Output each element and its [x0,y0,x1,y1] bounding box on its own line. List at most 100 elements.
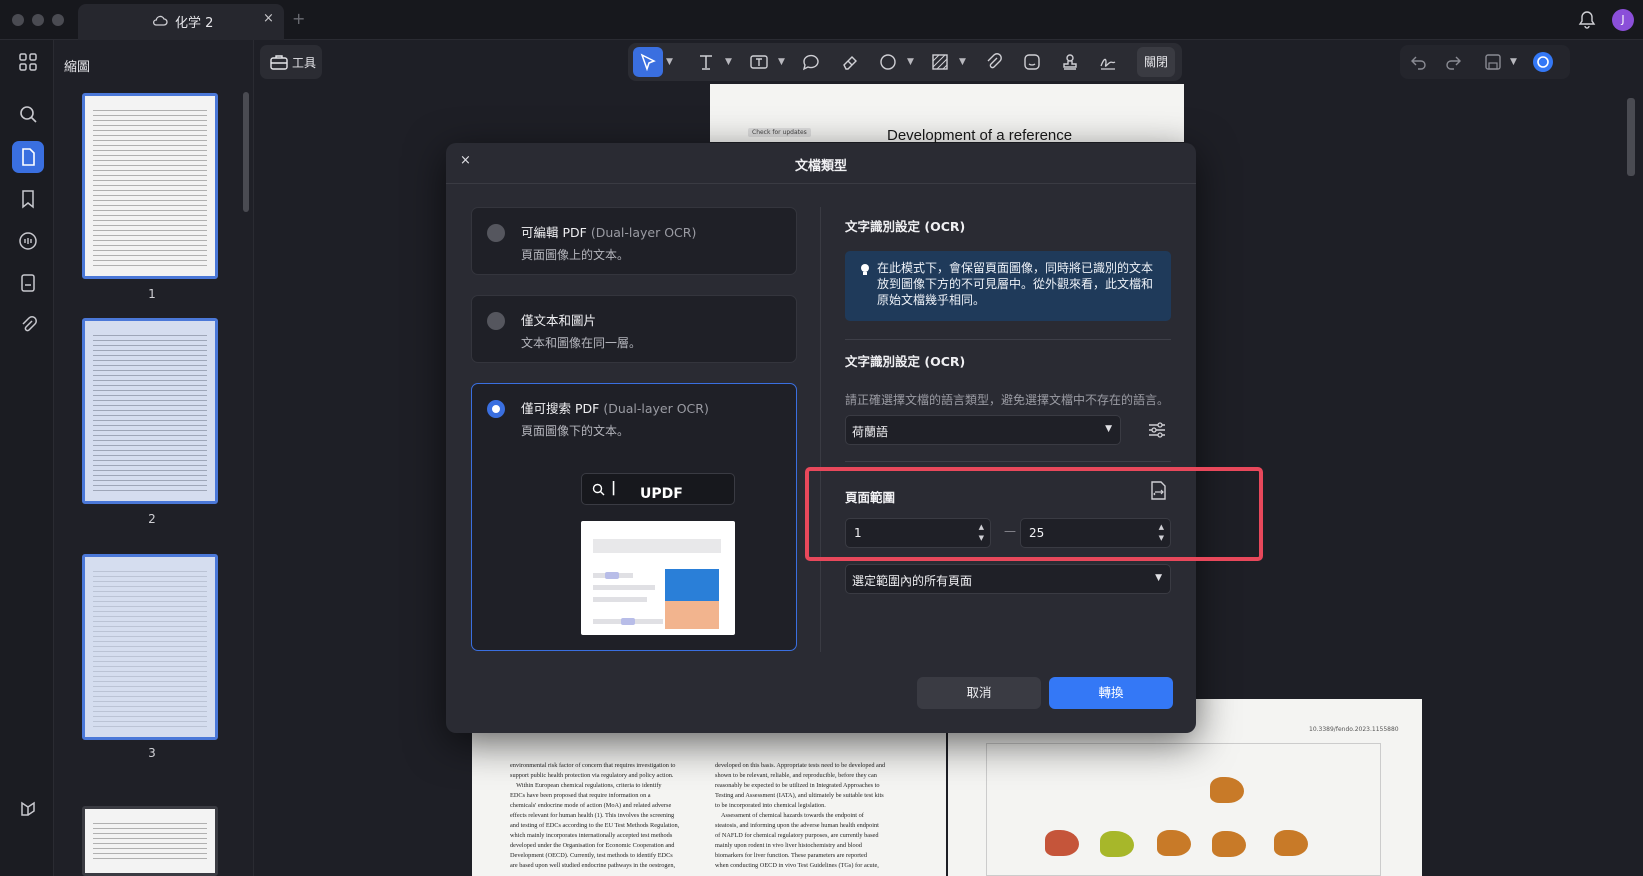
ocr-section-title: 文字識別設定 (OCR) [845,219,966,234]
divider [845,461,1171,462]
liver-illustration [1210,777,1244,803]
textbox-tool[interactable] [744,47,774,77]
settings-sliders-icon[interactable] [1147,420,1167,440]
paperclip-button[interactable] [12,309,44,341]
option-editable-pdf[interactable]: 可編輯 PDF (Dual-layer OCR) 頁面圖像上的文本。 [471,207,797,275]
window-minimize-dot[interactable] [32,14,44,26]
document-icon [21,274,35,292]
layers-button[interactable] [12,792,44,824]
toolbox-icon [270,55,288,70]
thumbnail-number: 2 [148,512,156,526]
bell-icon[interactable] [1578,10,1596,30]
text-tool[interactable] [691,47,721,77]
convert-button[interactable]: 轉換 [1049,677,1173,709]
sticker-tool[interactable] [1017,47,1047,77]
search-button[interactable] [12,98,44,130]
option-title: 僅文本和圖片 [521,313,597,328]
comment-tool[interactable] [796,47,826,77]
option-text-and-images[interactable]: 僅文本和圖片 文本和圖像在同一層。 [471,295,797,363]
attach-tool[interactable] [978,47,1008,77]
highlight-box [805,467,1263,561]
info-text: 在此模式下，會保留頁面圖像，同時將已識別的文本放到圖像下方的不可見層中。從外觀來… [877,261,1154,307]
document-scrollbar[interactable] [1627,98,1635,176]
area-tool[interactable] [925,47,955,77]
cloud-icon [153,15,168,26]
window-close-dot[interactable] [12,14,24,26]
text-icon [700,55,712,70]
radio-button-selected[interactable] [487,400,505,418]
chevron-down-icon[interactable]: ▼ [725,57,732,67]
textbox-icon [750,55,768,69]
thumbnail-page-3[interactable] [82,554,218,740]
hatch-icon [932,54,948,70]
demo-search-box: UPDF | [581,473,735,505]
check-updates-badge[interactable]: Check for updates [748,128,811,137]
cancel-button[interactable]: 取消 [917,677,1041,709]
body-text-column-1: environmental risk factor of concern tha… [510,762,680,869]
divider [446,183,1196,184]
thumbnail-scrollbar[interactable] [243,92,249,212]
tools-label: 工具 [292,56,317,70]
chevron-down-icon[interactable]: ▼ [959,57,966,67]
attachments-page-button[interactable] [12,267,44,299]
grid-icon [19,53,37,71]
save-icon[interactable] [1484,53,1502,71]
radio-button[interactable] [487,224,505,242]
stamp-icon [1063,54,1077,70]
left-rail [0,40,54,876]
cursor-icon [640,53,656,71]
select-tool[interactable] [633,47,663,77]
tools-button[interactable]: 工具 [260,45,322,79]
bookmarks-button[interactable] [12,183,44,215]
range-mode-value: 選定範圍內的所有頁面 [852,574,973,588]
shape-tool[interactable] [873,47,903,77]
redo-icon[interactable] [1444,53,1462,71]
page-icon [22,148,35,166]
thumbnail-panel: 縮圖 1 2 3 [54,40,254,876]
eraser-icon [843,56,857,70]
page-range-mode-select[interactable]: 選定範圍內的所有頁面 ▼ [845,564,1171,594]
thumbnail-page-2[interactable] [82,318,218,504]
paperclip-icon [22,316,37,332]
option-title: 僅可搜索 PDF (Dual-layer OCR) [521,401,709,416]
liver-illustration [1212,831,1246,857]
panel-title: 縮圖 [64,60,91,75]
figure-frame [986,743,1381,876]
document-type-dialog: × 文檔類型 可編輯 PDF (Dual-layer OCR) 頁面圖像上的文本… [446,143,1196,733]
document-page-left: environmental risk factor of concern tha… [472,733,946,876]
eraser-tool[interactable] [835,47,865,77]
grid-view-button[interactable] [12,46,44,78]
option-searchable-pdf[interactable]: 僅可搜索 PDF (Dual-layer OCR) 頁面圖像下的文本。 UPDF… [471,383,797,651]
search-icon [592,483,605,496]
caret-down-icon: ▼ [1105,424,1112,434]
option-description: 文本和圖像在同一層。 [521,336,642,350]
thumbnails-button[interactable] [12,141,44,173]
new-tab-icon[interactable]: + [292,9,305,28]
avatar[interactable]: J [1612,9,1634,31]
chevron-down-icon[interactable]: ▼ [907,57,914,67]
signature-tool[interactable] [1093,47,1123,77]
language-select[interactable]: 荷蘭語 ▼ [845,415,1121,445]
close-toolbar-button[interactable]: 關閉 [1137,47,1175,77]
language-section-title: 文字識別設定 (OCR) [845,354,966,369]
doi-text: 10.3389/fendo.2023.1155880 [1309,726,1399,733]
window-zoom-dot[interactable] [52,14,64,26]
demo-page-illustration [581,521,735,635]
chevron-down-icon[interactable]: ▼ [778,57,785,67]
undo-icon[interactable] [1410,53,1428,71]
chevron-down-icon[interactable]: ▼ [1510,57,1517,67]
chevron-down-icon[interactable]: ▼ [666,57,673,67]
document-tab[interactable]: 化学 2 × [78,4,284,40]
thumbnail-page-1[interactable] [82,93,218,279]
comments-button[interactable] [12,225,44,257]
body-text-column-2: developed on this basis. Appropriate tes… [715,762,886,869]
search-icon [20,106,37,123]
sticker-icon [1024,54,1040,70]
radio-button[interactable] [487,312,505,330]
option-title: 可編輯 PDF (Dual-layer OCR) [521,225,697,240]
thumbnail-page-4[interactable] [82,806,218,876]
demo-search-text: UPDF | [611,480,683,502]
stamp-tool[interactable] [1055,47,1085,77]
close-tab-icon[interactable]: × [263,11,274,26]
ai-assistant-icon[interactable] [1532,51,1554,73]
